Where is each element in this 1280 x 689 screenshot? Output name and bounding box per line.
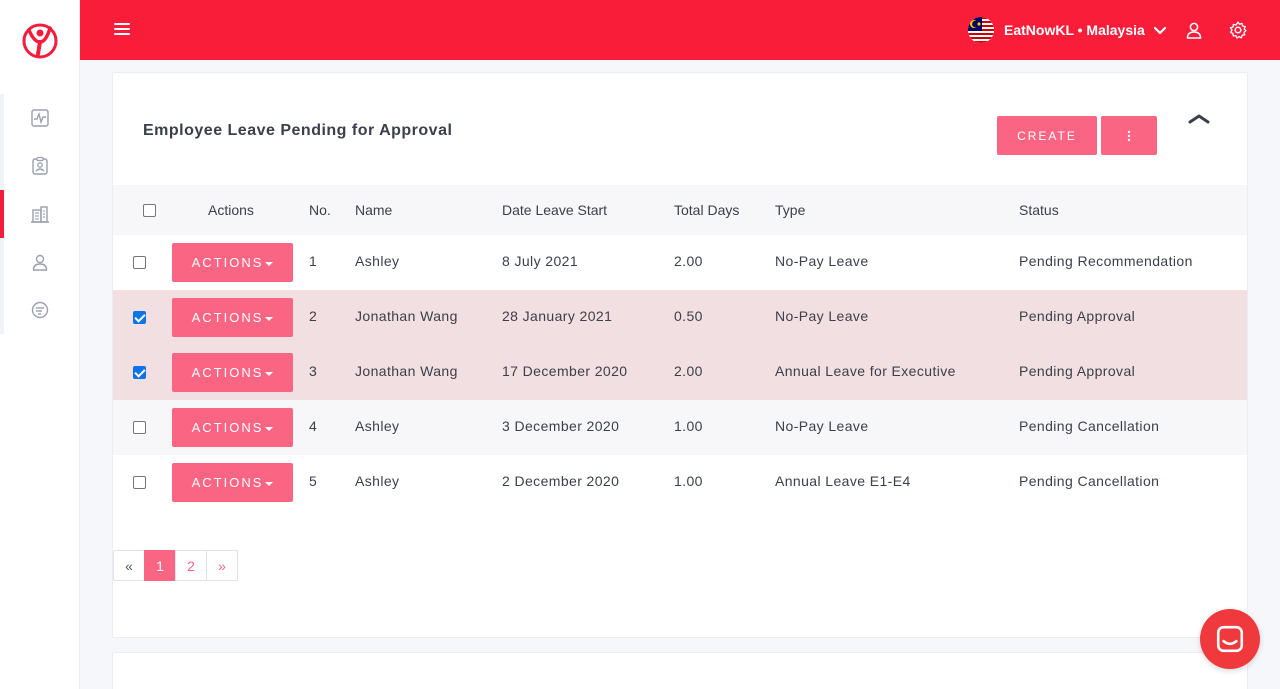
table-row: ACTIONS 4 Ashley 3 December 2020 1.00 No-Pay …: [113, 400, 1247, 455]
row-checkbox[interactable]: [133, 311, 146, 324]
row-actions-button[interactable]: ACTIONS: [172, 353, 293, 392]
sidebar: [0, 0, 80, 689]
leave-approval-card: Employee Leave Pending for Approval CREA…: [112, 72, 1248, 638]
header-name: Name: [355, 202, 393, 218]
hamburger-menu-icon[interactable]: [114, 20, 134, 40]
row-checkbox[interactable]: [133, 476, 146, 489]
row-total-days: 0.50: [674, 308, 703, 324]
account-icon[interactable]: [1184, 20, 1204, 40]
caret-down-icon: [265, 316, 274, 321]
chevron-down-icon: [1153, 26, 1166, 35]
row-name: Ashley: [355, 473, 400, 489]
caret-down-icon: [265, 371, 274, 376]
caret-down-icon: [265, 261, 274, 266]
page-2-button[interactable]: 2: [175, 550, 207, 581]
row-name: Ashley: [355, 253, 400, 269]
sidebar-item-claims[interactable]: [0, 286, 80, 334]
row-date: 17 December 2020: [502, 363, 628, 379]
row-no: 4: [309, 418, 318, 434]
app-logo[interactable]: [20, 20, 60, 60]
row-actions-button[interactable]: ACTIONS: [172, 298, 293, 337]
page-prev-button[interactable]: «: [113, 550, 145, 581]
vertical-dots-icon: [1127, 130, 1131, 141]
badge-icon: [32, 156, 48, 175]
row-type: No-Pay Leave: [775, 418, 869, 434]
row-actions-button[interactable]: ACTIONS: [172, 463, 293, 502]
row-total-days: 2.00: [674, 363, 703, 379]
row-name: Jonathan Wang: [355, 308, 458, 324]
row-total-days: 1.00: [674, 473, 703, 489]
table-row: ACTIONS 5 Ashley 2 December 2020 1.00 Annual …: [113, 455, 1247, 510]
row-no: 5: [309, 473, 318, 489]
sidebar-item-profile[interactable]: [0, 142, 80, 190]
header-status: Status: [1019, 202, 1059, 218]
company-label: EatNowKL • Malaysia: [1004, 22, 1145, 38]
row-type: Annual Leave E1-E4: [775, 473, 911, 489]
chat-icon: [1216, 625, 1244, 653]
row-status: Pending Approval: [1019, 308, 1136, 324]
activity-icon: [31, 109, 49, 127]
page-1-button[interactable]: 1: [144, 550, 176, 581]
top-bar: EatNowKL • Malaysia: [80, 0, 1280, 60]
row-status: Pending Approval: [1019, 363, 1136, 379]
company-selector[interactable]: EatNowKL • Malaysia: [968, 16, 1167, 44]
sidebar-item-organization[interactable]: [0, 190, 80, 238]
row-actions-label: ACTIONS: [191, 365, 264, 380]
secondary-card: [112, 652, 1248, 689]
more-options-button[interactable]: [1101, 116, 1157, 155]
user-icon: [32, 254, 48, 271]
row-type: No-Pay Leave: [775, 253, 869, 269]
header-no: No.: [309, 202, 331, 218]
row-no: 3: [309, 363, 318, 379]
caret-down-icon: [265, 426, 274, 431]
row-checkbox[interactable]: [133, 256, 146, 269]
filter-icon: [31, 301, 49, 319]
gear-icon[interactable]: [1228, 20, 1248, 40]
row-actions-label: ACTIONS: [191, 255, 264, 270]
row-name: Jonathan Wang: [355, 363, 458, 379]
row-date: 2 December 2020: [502, 473, 620, 489]
page-next-button[interactable]: »: [206, 550, 238, 581]
row-checkbox[interactable]: [133, 366, 146, 379]
row-status: Pending Cancellation: [1019, 473, 1160, 489]
row-status: Pending Cancellation: [1019, 418, 1160, 434]
select-all-checkbox[interactable]: [143, 203, 156, 217]
header-actions: Actions: [208, 202, 254, 218]
row-type: Annual Leave for Executive: [775, 363, 956, 379]
row-date: 3 December 2020: [502, 418, 620, 434]
pagination: « 1 2 »: [113, 550, 238, 581]
row-checkbox[interactable]: [133, 421, 146, 434]
row-name: Ashley: [355, 418, 400, 434]
row-status: Pending Recommendation: [1019, 253, 1193, 269]
table-header: Actions No. Name Date Leave Start Total …: [113, 185, 1247, 235]
row-actions-label: ACTIONS: [191, 310, 264, 325]
header-date: Date Leave Start: [502, 202, 608, 218]
leave-table: Actions No. Name Date Leave Start Total …: [113, 185, 1247, 510]
row-actions-button[interactable]: ACTIONS: [172, 408, 293, 447]
row-total-days: 1.00: [674, 418, 703, 434]
row-actions-label: ACTIONS: [191, 475, 264, 490]
row-total-days: 2.00: [674, 253, 703, 269]
create-button[interactable]: CREATE: [997, 116, 1097, 155]
row-date: 28 January 2021: [502, 308, 613, 324]
header-total-days: Total Days: [674, 202, 740, 218]
row-actions-label: ACTIONS: [191, 420, 264, 435]
header-type: Type: [775, 202, 806, 218]
card-title: Employee Leave Pending for Approval: [143, 122, 453, 139]
chat-launcher-button[interactable]: [1200, 609, 1260, 669]
sidebar-item-dashboard[interactable]: [0, 94, 80, 142]
table-row: ACTIONS 2 Jonathan Wang 28 January 2021 0.50…: [113, 290, 1247, 345]
caret-down-icon: [265, 481, 274, 486]
malaysia-flag-icon: [968, 17, 994, 43]
building-icon: [31, 206, 49, 223]
row-date: 8 July 2021: [502, 253, 579, 269]
table-row: ACTIONS 1 Ashley 8 July 2021 2.00 No-Pay Leav…: [113, 235, 1247, 290]
collapse-chevron-up-icon[interactable]: [1187, 109, 1211, 129]
row-actions-button[interactable]: ACTIONS: [172, 243, 293, 282]
sidebar-item-employee[interactable]: [0, 238, 80, 286]
row-no: 2: [309, 308, 318, 324]
table-row: ACTIONS 3 Jonathan Wang 17 December 2020 2.0…: [113, 345, 1247, 400]
row-type: No-Pay Leave: [775, 308, 869, 324]
row-no: 1: [309, 253, 318, 269]
